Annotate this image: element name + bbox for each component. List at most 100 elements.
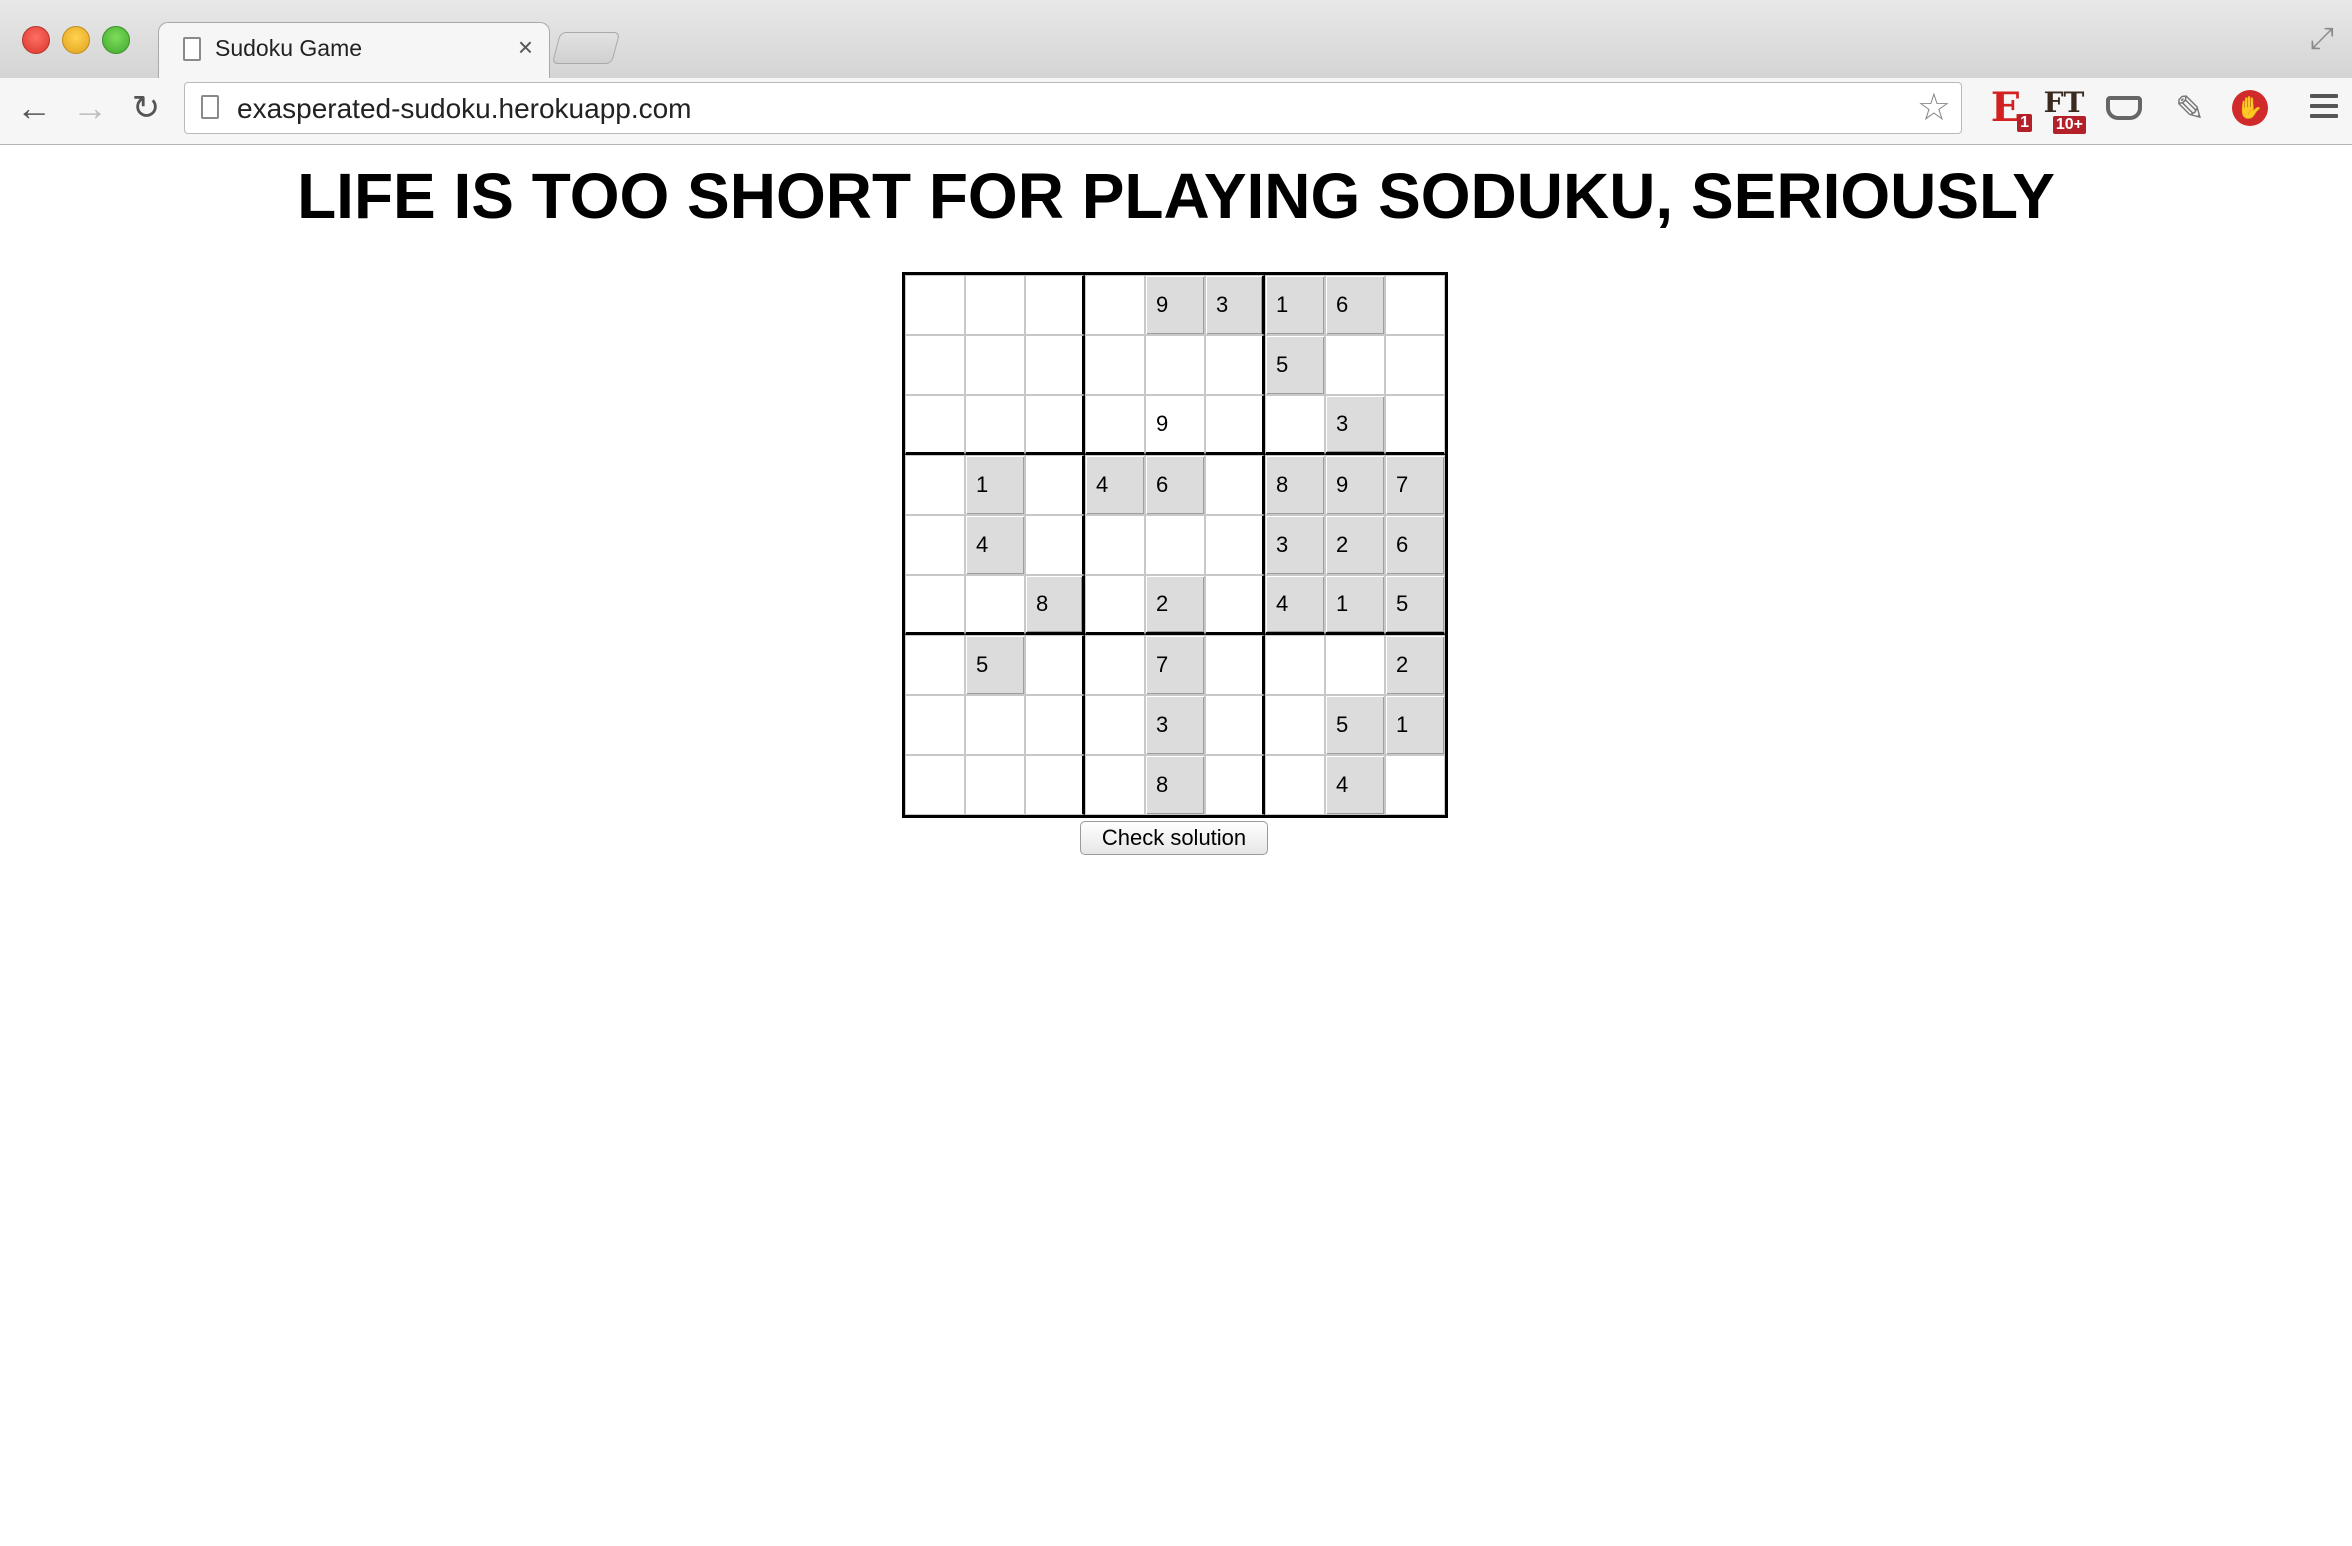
sudoku-cell-input[interactable] bbox=[968, 638, 1022, 692]
sudoku-cell-input[interactable] bbox=[1028, 578, 1080, 630]
sudoku-cell-input[interactable] bbox=[1148, 578, 1202, 630]
fullscreen-icon[interactable]: ⤢ bbox=[2310, 22, 2334, 56]
sudoku-cell-input[interactable] bbox=[1088, 638, 1142, 692]
sudoku-cell-input[interactable] bbox=[1088, 278, 1142, 332]
sudoku-cell-input[interactable] bbox=[1268, 698, 1322, 752]
sudoku-cell-input[interactable] bbox=[968, 698, 1022, 752]
sudoku-cell-input[interactable] bbox=[1388, 458, 1442, 512]
bookmark-star-icon[interactable]: ☆ bbox=[1917, 87, 1951, 129]
sudoku-cell-input[interactable] bbox=[1208, 518, 1260, 572]
sudoku-cell-input[interactable] bbox=[1148, 398, 1202, 450]
sudoku-cell-input[interactable] bbox=[1148, 458, 1202, 512]
sudoku-cell-input[interactable] bbox=[1148, 638, 1202, 692]
back-arrow-icon[interactable]: ← bbox=[14, 88, 54, 128]
browser-tab-active[interactable]: Sudoku Game × bbox=[158, 22, 550, 79]
sudoku-cell-input[interactable] bbox=[1028, 338, 1080, 392]
sudoku-cell-input[interactable] bbox=[1088, 398, 1142, 450]
sudoku-cell-input[interactable] bbox=[1388, 578, 1442, 630]
sudoku-cell-input[interactable] bbox=[1388, 758, 1442, 812]
url-text[interactable]: exasperated-sudoku.herokuapp.com bbox=[237, 93, 692, 125]
sudoku-cell-input[interactable] bbox=[1028, 698, 1080, 752]
glasses-extension-icon[interactable] bbox=[2106, 96, 2142, 120]
sudoku-cell-input[interactable] bbox=[1268, 278, 1322, 332]
sudoku-cell-input[interactable] bbox=[1208, 338, 1260, 392]
sudoku-cell-input[interactable] bbox=[1208, 638, 1260, 692]
sudoku-cell-input[interactable] bbox=[1208, 698, 1260, 752]
window-maximize-button[interactable] bbox=[102, 26, 130, 54]
sudoku-cell-input[interactable] bbox=[908, 278, 962, 332]
evernote-extension-icon[interactable]: E 1 bbox=[1982, 86, 2032, 132]
menu-icon[interactable] bbox=[2310, 94, 2338, 122]
sudoku-cell-input[interactable] bbox=[1208, 458, 1260, 512]
sudoku-cell-input[interactable] bbox=[908, 518, 962, 572]
sudoku-cell-input[interactable] bbox=[1268, 398, 1322, 450]
eyedropper-extension-icon[interactable]: ✎ bbox=[2170, 86, 2210, 132]
sudoku-cell-input[interactable] bbox=[968, 518, 1022, 572]
sudoku-cell-input[interactable] bbox=[908, 638, 962, 692]
sudoku-cell-input[interactable] bbox=[908, 698, 962, 752]
sudoku-cell-input[interactable] bbox=[1088, 578, 1142, 630]
sudoku-cell-input[interactable] bbox=[968, 458, 1022, 512]
ft-extension-icon[interactable]: FT 10+ bbox=[2040, 86, 2088, 134]
sudoku-cell-input[interactable] bbox=[1088, 698, 1142, 752]
check-solution-button[interactable]: Check solution bbox=[1080, 821, 1268, 855]
sudoku-cell-input[interactable] bbox=[1328, 518, 1382, 572]
sudoku-cell-input[interactable] bbox=[1268, 338, 1322, 392]
sudoku-cell-input[interactable] bbox=[1328, 698, 1382, 752]
sudoku-cell-input[interactable] bbox=[968, 578, 1022, 630]
sudoku-cell-input[interactable] bbox=[1148, 758, 1202, 812]
sudoku-cell-input[interactable] bbox=[1328, 758, 1382, 812]
sudoku-cell-input[interactable] bbox=[908, 758, 962, 812]
sudoku-cell-input[interactable] bbox=[1388, 338, 1442, 392]
sudoku-cell-input[interactable] bbox=[1268, 518, 1322, 572]
sudoku-cell-input[interactable] bbox=[1388, 518, 1442, 572]
sudoku-cell-input[interactable] bbox=[1028, 518, 1080, 572]
sudoku-cell-input[interactable] bbox=[1328, 278, 1382, 332]
adblock-hand-icon[interactable]: ✋ bbox=[2232, 90, 2268, 126]
sudoku-cell-input[interactable] bbox=[968, 758, 1022, 812]
sudoku-cell-input[interactable] bbox=[1028, 398, 1080, 450]
sudoku-cell-input[interactable] bbox=[1268, 638, 1322, 692]
sudoku-cell-input[interactable] bbox=[1328, 638, 1382, 692]
sudoku-cell-input[interactable] bbox=[1028, 278, 1080, 332]
sudoku-cell-input[interactable] bbox=[1028, 458, 1080, 512]
reload-icon[interactable]: ↻ bbox=[126, 88, 166, 128]
sudoku-cell-input[interactable] bbox=[1088, 458, 1142, 512]
window-minimize-button[interactable] bbox=[62, 26, 90, 54]
sudoku-cell-input[interactable] bbox=[1148, 338, 1202, 392]
sudoku-cell-input[interactable] bbox=[1268, 458, 1322, 512]
sudoku-cell-input[interactable] bbox=[908, 398, 962, 450]
sudoku-cell-input[interactable] bbox=[968, 338, 1022, 392]
sudoku-cell-input[interactable] bbox=[1208, 398, 1260, 450]
sudoku-cell-input[interactable] bbox=[1328, 398, 1382, 450]
sudoku-cell-input[interactable] bbox=[908, 338, 962, 392]
sudoku-cell-input[interactable] bbox=[1388, 278, 1442, 332]
window-close-button[interactable] bbox=[22, 26, 50, 54]
sudoku-cell-input[interactable] bbox=[1148, 278, 1202, 332]
sudoku-cell-input[interactable] bbox=[1088, 338, 1142, 392]
sudoku-cell-input[interactable] bbox=[1088, 758, 1142, 812]
new-tab-button[interactable] bbox=[551, 32, 621, 64]
sudoku-cell-input[interactable] bbox=[1328, 578, 1382, 630]
sudoku-cell-input[interactable] bbox=[1268, 578, 1322, 630]
sudoku-cell-input[interactable] bbox=[1208, 278, 1260, 332]
sudoku-cell-input[interactable] bbox=[1328, 458, 1382, 512]
sudoku-cell-input[interactable] bbox=[1268, 758, 1322, 812]
sudoku-cell-input[interactable] bbox=[1148, 698, 1202, 752]
sudoku-cell-input[interactable] bbox=[1028, 638, 1080, 692]
sudoku-cell-input[interactable] bbox=[1148, 518, 1202, 572]
sudoku-cell-input[interactable] bbox=[968, 398, 1022, 450]
sudoku-cell-input[interactable] bbox=[908, 458, 962, 512]
sudoku-cell-input[interactable] bbox=[1388, 638, 1442, 692]
sudoku-cell-input[interactable] bbox=[1088, 518, 1142, 572]
address-bar[interactable]: exasperated-sudoku.herokuapp.com ☆ bbox=[184, 82, 1962, 134]
sudoku-cell-input[interactable] bbox=[968, 278, 1022, 332]
forward-arrow-icon[interactable]: → bbox=[70, 88, 110, 128]
sudoku-cell-input[interactable] bbox=[1388, 698, 1442, 752]
sudoku-cell-input[interactable] bbox=[1328, 338, 1382, 392]
tab-close-icon[interactable]: × bbox=[518, 32, 533, 62]
sudoku-cell-input[interactable] bbox=[1208, 578, 1260, 630]
sudoku-cell-input[interactable] bbox=[1028, 758, 1080, 812]
sudoku-cell-input[interactable] bbox=[1388, 398, 1442, 450]
sudoku-cell-input[interactable] bbox=[908, 578, 962, 630]
